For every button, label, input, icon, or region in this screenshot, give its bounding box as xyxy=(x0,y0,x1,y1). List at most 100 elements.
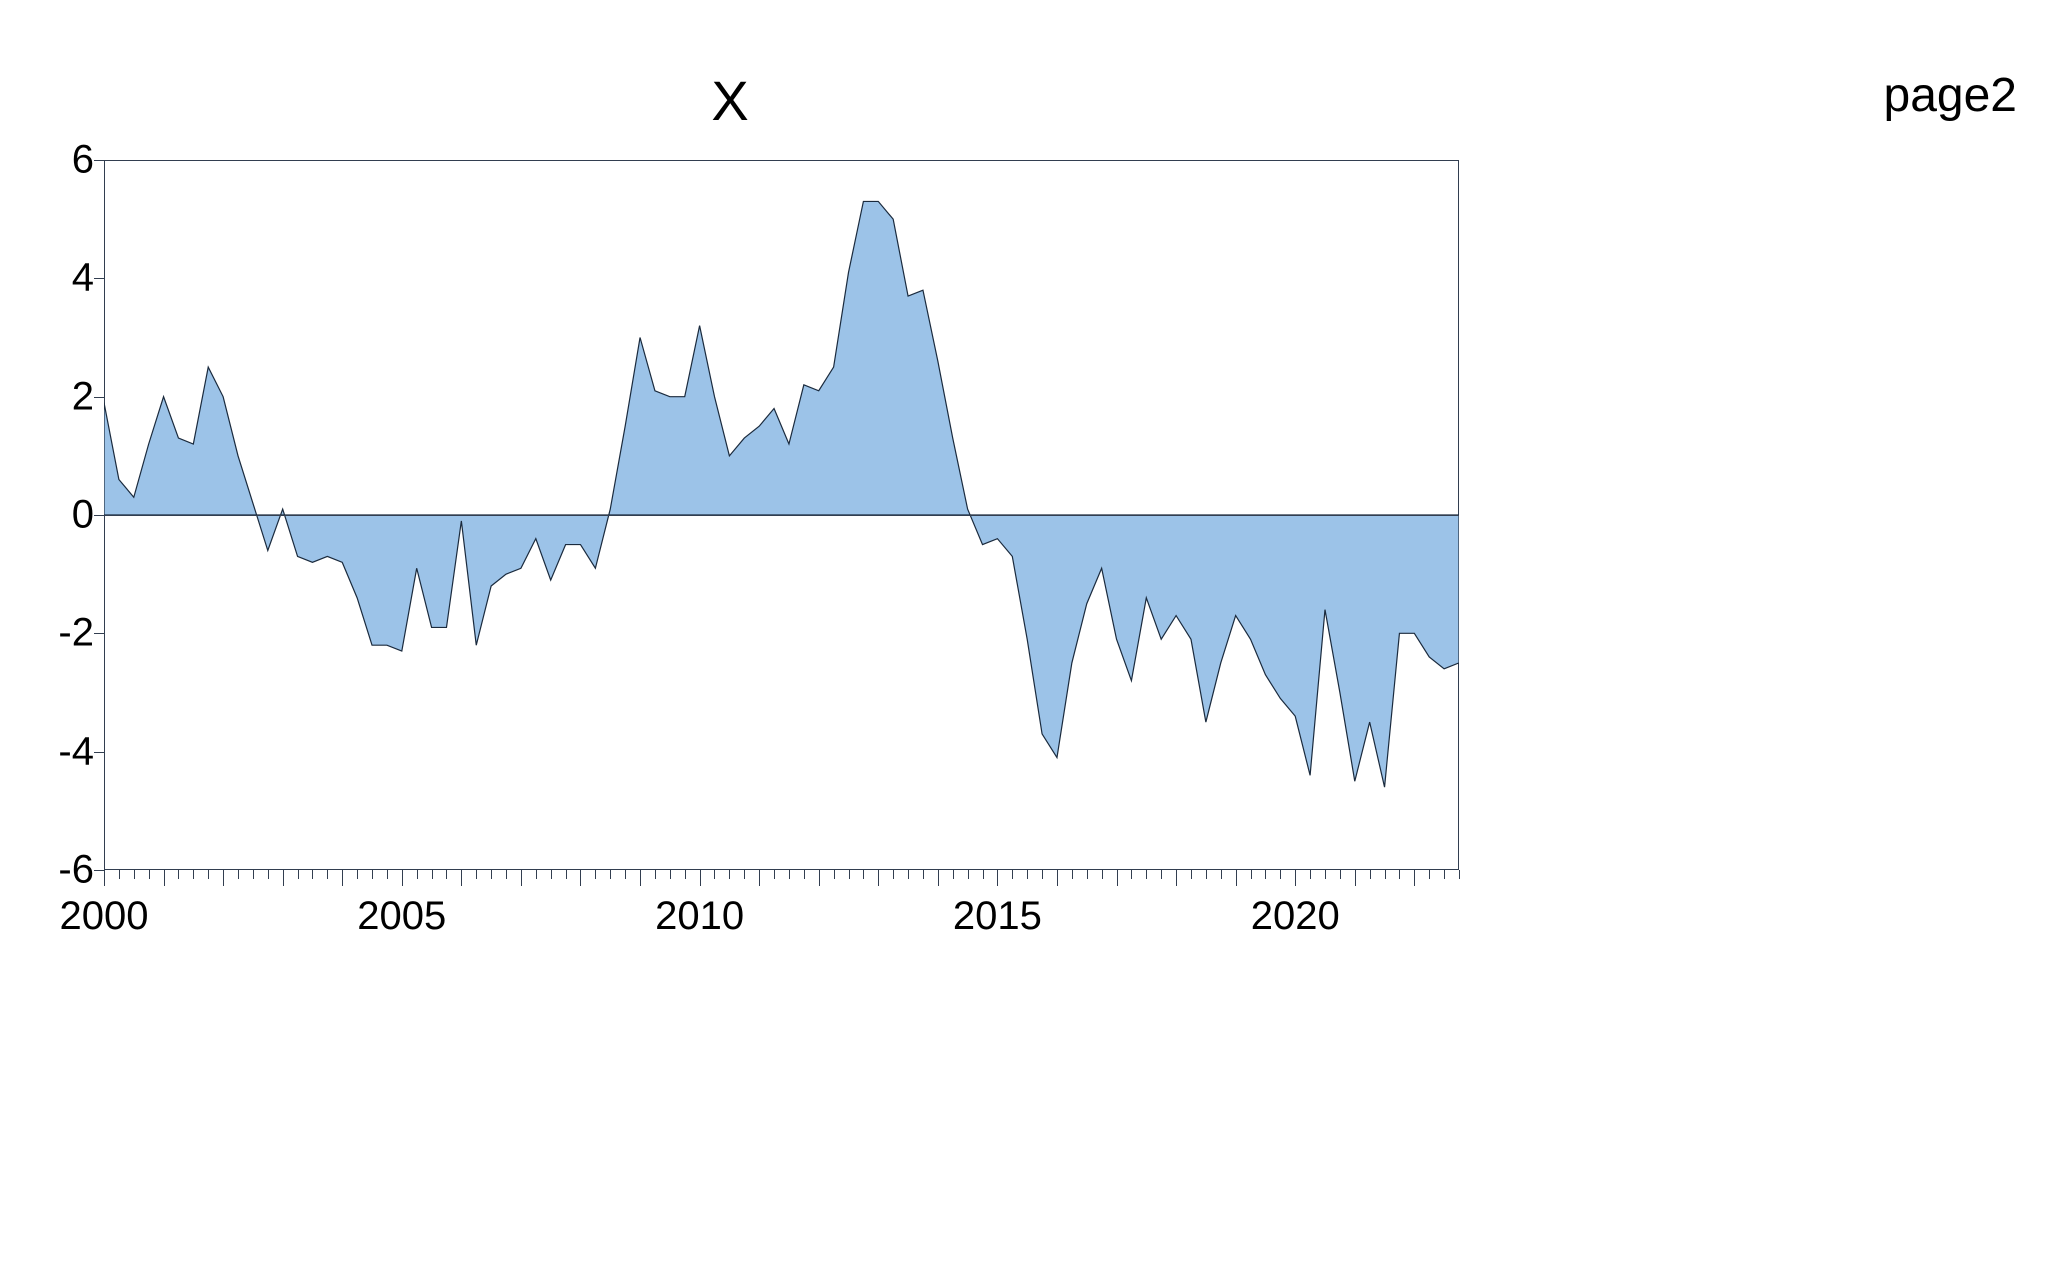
x-tick-quarter xyxy=(1370,870,1371,879)
x-tick-label: 2000 xyxy=(60,894,149,939)
x-tick-quarter xyxy=(119,870,120,879)
x-tick-label: 2010 xyxy=(655,894,744,939)
x-tick-label: 2005 xyxy=(357,894,446,939)
x-tick-quarter xyxy=(595,870,596,879)
x-tick-quarter xyxy=(1012,870,1013,879)
x-tick-quarter xyxy=(744,870,745,879)
x-tick-quarter xyxy=(193,870,194,879)
x-tick-quarter xyxy=(953,870,954,879)
x-tick-quarter xyxy=(610,870,611,879)
x-tick-quarter xyxy=(178,870,179,879)
x-tick-quarter xyxy=(1340,870,1341,879)
y-tick xyxy=(94,752,104,753)
x-tick-label: 2020 xyxy=(1251,894,1340,939)
x-tick-quarter xyxy=(446,870,447,879)
x-tick-year xyxy=(521,870,522,886)
x-tick-quarter xyxy=(655,870,656,879)
y-tick-label: -4 xyxy=(14,729,94,774)
x-tick-quarter xyxy=(1206,870,1207,879)
x-tick-quarter xyxy=(1221,870,1222,879)
zero-axis-line xyxy=(104,515,1459,516)
x-tick-year xyxy=(1236,870,1237,886)
x-tick-quarter xyxy=(253,870,254,879)
y-tick-label: -2 xyxy=(14,611,94,656)
x-tick-year xyxy=(1295,870,1296,886)
x-tick-year xyxy=(164,870,165,886)
y-tick-label: 6 xyxy=(14,138,94,183)
x-tick-year xyxy=(461,870,462,886)
x-tick-quarter xyxy=(1459,870,1460,879)
x-tick-quarter xyxy=(1444,870,1445,879)
x-tick-label: 2015 xyxy=(953,894,1042,939)
x-tick-quarter xyxy=(312,870,313,879)
x-tick-quarter xyxy=(298,870,299,879)
x-tick-quarter xyxy=(506,870,507,879)
y-tick xyxy=(94,870,104,871)
x-tick-year xyxy=(402,870,403,886)
x-tick-quarter xyxy=(849,870,850,879)
x-tick-quarter xyxy=(327,870,328,879)
x-tick-quarter xyxy=(551,870,552,879)
x-tick-year xyxy=(1057,870,1058,886)
x-tick-year xyxy=(878,870,879,886)
x-tick-quarter xyxy=(476,870,477,879)
x-tick-year xyxy=(1414,870,1415,886)
x-tick-quarter xyxy=(208,870,209,879)
x-tick-quarter xyxy=(983,870,984,879)
x-tick-quarter xyxy=(1265,870,1266,879)
x-tick-quarter xyxy=(714,870,715,879)
x-tick-year xyxy=(700,870,701,886)
x-tick-quarter xyxy=(1385,870,1386,879)
x-tick-quarter xyxy=(923,870,924,879)
x-tick-quarter xyxy=(1146,870,1147,879)
x-tick-year xyxy=(283,870,284,886)
x-tick-quarter xyxy=(789,870,790,879)
x-tick-quarter xyxy=(1191,870,1192,879)
x-tick-quarter xyxy=(1280,870,1281,879)
x-tick-quarter xyxy=(417,870,418,879)
x-tick-quarter xyxy=(1131,870,1132,879)
x-tick-quarter xyxy=(1310,870,1311,879)
x-tick-year xyxy=(938,870,939,886)
x-tick-quarter xyxy=(491,870,492,879)
x-tick-year xyxy=(640,870,641,886)
x-tick-quarter xyxy=(908,870,909,879)
x-tick-quarter xyxy=(1429,870,1430,879)
x-tick-quarter xyxy=(729,870,730,879)
x-tick-quarter xyxy=(685,870,686,879)
x-tick-quarter xyxy=(1027,870,1028,879)
x-tick-year xyxy=(759,870,760,886)
x-tick-quarter xyxy=(432,870,433,879)
x-tick-quarter xyxy=(893,870,894,879)
x-tick-year xyxy=(1117,870,1118,886)
x-tick-quarter xyxy=(1399,870,1400,879)
x-tick-quarter xyxy=(670,870,671,879)
x-tick-quarter xyxy=(1102,870,1103,879)
x-tick-quarter xyxy=(238,870,239,879)
x-tick-year xyxy=(342,870,343,886)
x-tick-quarter xyxy=(1072,870,1073,879)
chart-container: X page2 -6-4-20246 20002005201020152020 xyxy=(0,0,2047,1278)
x-tick-quarter xyxy=(968,870,969,879)
y-tick-label: -6 xyxy=(14,848,94,893)
x-tick-quarter xyxy=(625,870,626,879)
x-tick-year xyxy=(223,870,224,886)
x-tick-quarter xyxy=(268,870,269,879)
x-tick-quarter xyxy=(1087,870,1088,879)
y-tick xyxy=(94,397,104,398)
x-tick-quarter xyxy=(1161,870,1162,879)
x-tick-quarter xyxy=(834,870,835,879)
x-tick-quarter xyxy=(804,870,805,879)
y-tick xyxy=(94,278,104,279)
x-tick-year xyxy=(819,870,820,886)
x-tick-quarter xyxy=(372,870,373,879)
chart-title: X xyxy=(0,68,1460,133)
y-tick-label: 2 xyxy=(14,374,94,419)
y-tick xyxy=(94,515,104,516)
x-tick-quarter xyxy=(536,870,537,879)
x-tick-year xyxy=(104,870,105,886)
x-tick-year xyxy=(580,870,581,886)
x-tick-quarter xyxy=(387,870,388,879)
x-tick-quarter xyxy=(863,870,864,879)
page-label: page2 xyxy=(1884,68,2017,123)
